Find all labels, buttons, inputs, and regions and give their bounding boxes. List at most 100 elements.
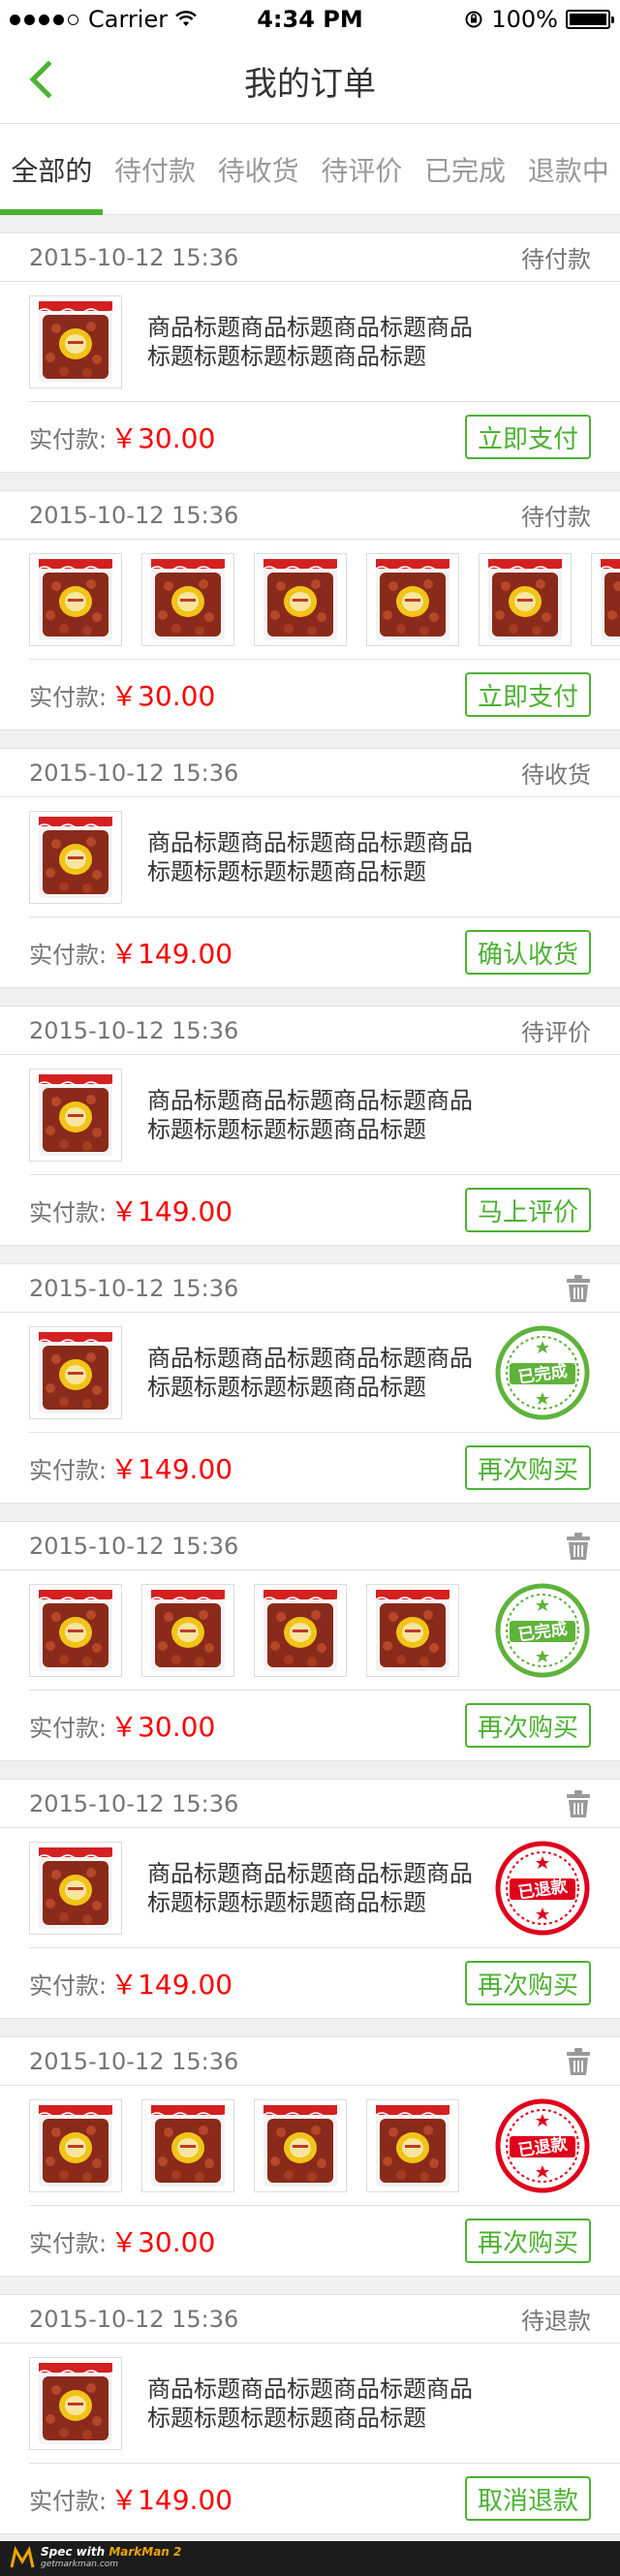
paid-label: 实付款: bbox=[29, 942, 108, 969]
tab-5[interactable]: 退款中 bbox=[516, 150, 620, 189]
tab-3[interactable]: 待评价 bbox=[310, 150, 414, 189]
order-date: 2015-10-12 15:36 bbox=[29, 2047, 239, 2075]
product-thumbnail[interactable] bbox=[29, 1068, 122, 1162]
product-thumbnail[interactable] bbox=[366, 1583, 459, 1677]
order-products[interactable]: 已退款 bbox=[29, 2086, 620, 2206]
product-thumbnail[interactable] bbox=[29, 810, 122, 904]
delete-order-icon[interactable] bbox=[566, 1789, 591, 1818]
order-header: 2015-10-12 15:36 bbox=[0, 1780, 620, 1828]
product-thumbnail[interactable] bbox=[254, 2098, 347, 2192]
order-payment: 实付款: ￥149.00 bbox=[29, 1191, 232, 1229]
order-header: 2015-10-12 15:36 bbox=[0, 1522, 620, 1570]
product-thumbnail[interactable] bbox=[591, 552, 620, 646]
paid-label: 实付款: bbox=[29, 2230, 108, 2257]
product-thumbnail[interactable] bbox=[366, 2098, 459, 2192]
order-footer: 实付款: ￥149.00 再次购买 bbox=[0, 1433, 620, 1503]
product-thumbnail[interactable] bbox=[366, 552, 459, 646]
order-products[interactable]: 商品标题商品标题商品标题商品标题标题标题标题商品标题 已退款 bbox=[29, 1828, 620, 1948]
order-date: 2015-10-12 15:36 bbox=[29, 243, 239, 271]
product-thumbnail[interactable] bbox=[479, 552, 572, 646]
order-card[interactable]: 2015-10-12 15:36 待收货 商品标题商品标题商品标题商品标题标题标题标… bbox=[0, 748, 620, 988]
tab-0[interactable]: 全部的 bbox=[0, 150, 104, 189]
order-header: 2015-10-12 15:36 待付款 bbox=[0, 491, 620, 540]
product-thumbnail[interactable] bbox=[141, 552, 234, 646]
order-date: 2015-10-12 15:36 bbox=[29, 501, 239, 529]
product-thumbnail[interactable] bbox=[141, 1583, 234, 1677]
order-date: 2015-10-12 15:36 bbox=[29, 1789, 239, 1817]
order-card[interactable]: 2015-10-12 15:36 已完成实付款: ￥30.00 再次购买 bbox=[0, 1521, 620, 1761]
order-payment: 实付款: ￥149.00 bbox=[29, 1964, 232, 2002]
product-thumbnail[interactable] bbox=[29, 2098, 122, 2192]
product-thumbnail[interactable] bbox=[254, 552, 347, 646]
carrier-name: Carrier bbox=[88, 6, 169, 33]
order-action-button[interactable]: 立即支付 bbox=[465, 415, 591, 459]
paid-label: 实付款: bbox=[29, 1972, 108, 2000]
order-card[interactable]: 2015-10-12 15:36 待退款商品标题商品标题商品标题商品标题标题标题标… bbox=[0, 2294, 620, 2534]
order-payment: 实付款: ￥30.00 bbox=[29, 1706, 215, 1745]
product-thumbnail[interactable] bbox=[29, 1583, 122, 1677]
delete-order-icon[interactable] bbox=[566, 1532, 591, 1561]
order-action-button[interactable]: 再次购买 bbox=[465, 1961, 591, 2005]
product-title[interactable]: 商品标题商品标题商品标题商品标题标题标题标题商品标题 bbox=[147, 2374, 473, 2433]
product-title[interactable]: 商品标题商品标题商品标题商品标题标题标题标题商品标题 bbox=[147, 1086, 473, 1144]
order-action-button[interactable]: 立即支付 bbox=[465, 672, 591, 717]
order-footer: 实付款: ￥149.00 确认收货 bbox=[0, 917, 620, 987]
order-action-button[interactable]: 马上评价 bbox=[465, 1188, 591, 1232]
paid-label: 实付款: bbox=[29, 426, 108, 453]
order-date: 2015-10-12 15:36 bbox=[29, 2305, 239, 2333]
watermark-prefix: Spec with bbox=[41, 2545, 109, 2559]
product-thumbnails bbox=[29, 1583, 459, 1677]
order-products[interactable]: 商品标题商品标题商品标题商品标题标题标题标题商品标题 bbox=[29, 1055, 620, 1175]
order-header: 2015-10-12 15:36 待退款 bbox=[0, 2295, 620, 2343]
order-footer: 实付款: ￥30.00 立即支付 bbox=[0, 660, 620, 729]
order-date: 2015-10-12 15:36 bbox=[29, 1016, 239, 1044]
product-thumbnail[interactable] bbox=[254, 1583, 347, 1677]
order-card[interactable]: 2015-10-12 15:36 待付款商品标题商品标题商品标题商品标题标题标题标… bbox=[0, 233, 620, 473]
order-header: 2015-10-12 15:36 待付款 bbox=[0, 233, 620, 282]
product-thumbnail[interactable] bbox=[29, 295, 122, 388]
order-status: 待付款 bbox=[521, 246, 591, 273]
tab-4[interactable]: 已完成 bbox=[414, 150, 517, 189]
order-products[interactable]: 商品标题商品标题商品标题商品标题标题标题标题商品标题 已完成 bbox=[29, 1313, 620, 1433]
paid-amount: ￥149.00 bbox=[110, 2484, 233, 2516]
paid-amount: ￥30.00 bbox=[110, 2226, 216, 2258]
orientation-lock-icon bbox=[465, 11, 482, 28]
order-action-button[interactable]: 再次购买 bbox=[465, 2219, 591, 2263]
order-action-button[interactable]: 再次购买 bbox=[465, 1703, 591, 1748]
order-products[interactable] bbox=[29, 540, 620, 660]
product-thumbnail[interactable] bbox=[29, 552, 122, 646]
watermark-url: getmarkman.com bbox=[41, 2560, 119, 2569]
product-thumbnail[interactable] bbox=[29, 1325, 122, 1419]
order-action-button[interactable]: 确认收货 bbox=[465, 930, 591, 975]
product-thumbnail[interactable] bbox=[141, 2098, 234, 2192]
completed-stamp-icon: 已完成 bbox=[495, 1583, 590, 1678]
order-card[interactable]: 2015-10-12 15:36 商品标题商品标题商品标题商品标题标题标题标题商品… bbox=[0, 1263, 620, 1504]
product-thumbnail[interactable] bbox=[29, 1841, 122, 1935]
paid-amount: ￥149.00 bbox=[110, 1969, 233, 2001]
order-card[interactable]: 2015-10-12 15:36 待评价 商品标题商品标题商品标题商品标题标题标题标… bbox=[0, 1006, 620, 1246]
order-status: 待付款 bbox=[521, 504, 591, 531]
order-action-button[interactable]: 取消退款 bbox=[465, 2476, 591, 2521]
order-card[interactable]: 2015-10-12 15:36 已退款实付款: ￥30.00 再次购买 bbox=[0, 2036, 620, 2277]
delete-order-icon[interactable] bbox=[566, 2047, 591, 2076]
tab-2[interactable]: 待收货 bbox=[206, 150, 310, 189]
paid-label: 实付款: bbox=[29, 1715, 108, 1742]
order-products[interactable]: 已完成 bbox=[29, 1570, 620, 1691]
order-products[interactable]: 商品标题商品标题商品标题商品标题标题标题标题商品标题 bbox=[29, 797, 620, 917]
product-title[interactable]: 商品标题商品标题商品标题商品标题标题标题标题商品标题 bbox=[147, 313, 473, 371]
order-card[interactable]: 2015-10-12 15:36 商品标题商品标题商品标题商品标题标题标题标题商品… bbox=[0, 1779, 620, 2019]
order-action-button[interactable]: 再次购买 bbox=[465, 1445, 591, 1490]
paid-amount: ￥30.00 bbox=[110, 680, 216, 712]
order-header: 2015-10-12 15:36 bbox=[0, 1264, 620, 1313]
order-status: 待收货 bbox=[521, 761, 591, 789]
product-title[interactable]: 商品标题商品标题商品标题商品标题标题标题标题商品标题 bbox=[147, 828, 473, 886]
order-card[interactable]: 2015-10-12 15:36 待付款 实付款: ￥30.00 立即支付 bbox=[0, 490, 620, 730]
product-title[interactable]: 商品标题商品标题商品标题商品标题标题标题标题商品标题 bbox=[147, 1859, 473, 1917]
product-title[interactable]: 商品标题商品标题商品标题商品标题标题标题标题商品标题 bbox=[147, 1344, 473, 1402]
order-products[interactable]: 商品标题商品标题商品标题商品标题标题标题标题商品标题 bbox=[29, 282, 620, 402]
order-products[interactable]: 商品标题商品标题商品标题商品标题标题标题标题商品标题 bbox=[29, 2343, 620, 2464]
back-chevron-icon[interactable] bbox=[21, 58, 64, 101]
delete-order-icon[interactable] bbox=[566, 1274, 591, 1303]
tab-1[interactable]: 待付款 bbox=[104, 150, 207, 189]
product-thumbnail[interactable] bbox=[29, 2356, 122, 2450]
